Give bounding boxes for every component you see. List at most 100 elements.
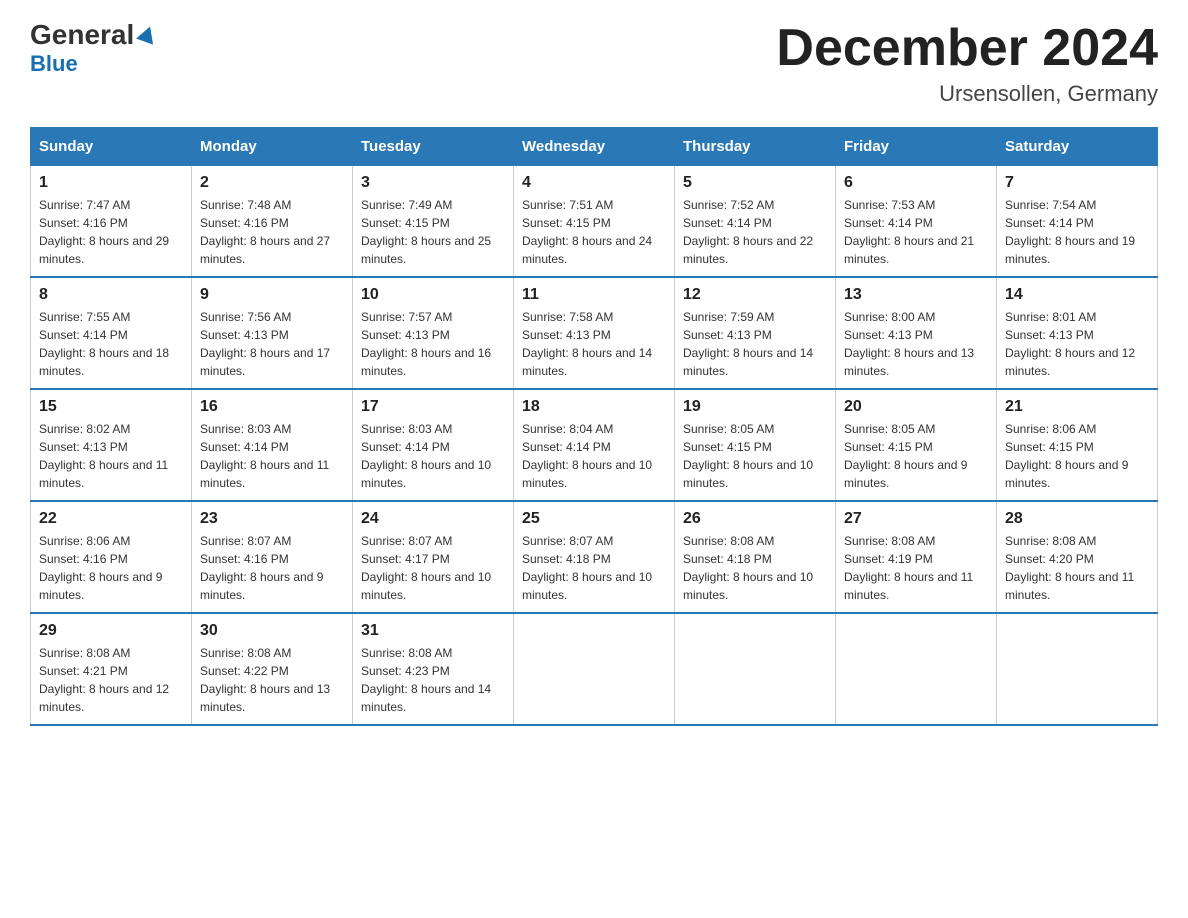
calendar-cell: 16Sunrise: 8:03 AMSunset: 4:14 PMDayligh…	[192, 389, 353, 501]
day-number: 20	[844, 398, 988, 416]
day-info: Sunrise: 8:05 AMSunset: 4:15 PMDaylight:…	[683, 420, 827, 492]
calendar-cell: 22 Sunrise: 8:06 AMSunset: 4:16 PMDayligh…	[31, 501, 192, 613]
day-number: 7	[1005, 174, 1149, 192]
day-info: Sunrise: 7:58 AMSunset: 4:13 PMDaylight:…	[522, 308, 666, 380]
day-number: 2	[200, 174, 344, 192]
day-number: 8	[39, 286, 183, 304]
day-info: Sunrise: 7:59 AMSunset: 4:13 PMDaylight:…	[683, 308, 827, 380]
day-info: Sunrise: 8:06 AMSunset: 4:16 PMDaylight:…	[39, 532, 183, 604]
calendar-cell: 23 Sunrise: 8:07 AMSunset: 4:16 PMDayligh…	[192, 501, 353, 613]
calendar-header-row: SundayMondayTuesdayWednesdayThursdayFrid…	[31, 128, 1158, 166]
logo: General Blue	[30, 20, 158, 77]
day-number: 25	[522, 510, 666, 528]
day-info: Sunrise: 7:55 AMSunset: 4:14 PMDaylight:…	[39, 308, 183, 380]
calendar-cell: 15Sunrise: 8:02 AMSunset: 4:13 PMDayligh…	[31, 389, 192, 501]
day-info: Sunrise: 7:48 AMSunset: 4:16 PMDaylight:…	[200, 196, 344, 268]
col-header-sunday: Sunday	[31, 128, 192, 166]
day-info: Sunrise: 7:53 AMSunset: 4:14 PMDaylight:…	[844, 196, 988, 268]
day-number: 28	[1005, 510, 1149, 528]
week-row-3: 15Sunrise: 8:02 AMSunset: 4:13 PMDayligh…	[31, 389, 1158, 501]
day-info: Sunrise: 8:07 AMSunset: 4:17 PMDaylight:…	[361, 532, 505, 604]
month-title: December 2024	[776, 20, 1158, 77]
day-info: Sunrise: 8:08 AMSunset: 4:22 PMDaylight:…	[200, 644, 344, 716]
day-info: Sunrise: 8:03 AMSunset: 4:14 PMDaylight:…	[200, 420, 344, 492]
col-header-wednesday: Wednesday	[514, 128, 675, 166]
day-number: 18	[522, 398, 666, 416]
calendar-cell	[997, 613, 1158, 725]
col-header-friday: Friday	[836, 128, 997, 166]
calendar-cell: 26Sunrise: 8:08 AMSunset: 4:18 PMDayligh…	[675, 501, 836, 613]
day-number: 4	[522, 174, 666, 192]
day-info: Sunrise: 8:07 AMSunset: 4:16 PMDaylight:…	[200, 532, 344, 604]
day-number: 30	[200, 622, 344, 640]
day-info: Sunrise: 7:47 AMSunset: 4:16 PMDaylight:…	[39, 196, 183, 268]
logo-blue: Blue	[30, 51, 78, 77]
week-row-5: 29 Sunrise: 8:08 AMSunset: 4:21 PMDayligh…	[31, 613, 1158, 725]
day-info: Sunrise: 8:08 AMSunset: 4:21 PMDaylight:…	[39, 644, 183, 716]
calendar-cell: 12 Sunrise: 7:59 AMSunset: 4:13 PMDayligh…	[675, 277, 836, 389]
day-number: 11	[522, 286, 666, 304]
week-row-1: 1 Sunrise: 7:47 AMSunset: 4:16 PMDaylight…	[31, 166, 1158, 278]
day-info: Sunrise: 7:49 AMSunset: 4:15 PMDaylight:…	[361, 196, 505, 268]
calendar-cell: 1 Sunrise: 7:47 AMSunset: 4:16 PMDaylight…	[31, 166, 192, 278]
col-header-monday: Monday	[192, 128, 353, 166]
calendar-cell: 3 Sunrise: 7:49 AMSunset: 4:15 PMDaylight…	[353, 166, 514, 278]
calendar-cell: 27 Sunrise: 8:08 AMSunset: 4:19 PMDayligh…	[836, 501, 997, 613]
calendar-cell: 11 Sunrise: 7:58 AMSunset: 4:13 PMDayligh…	[514, 277, 675, 389]
calendar-cell: 4 Sunrise: 7:51 AMSunset: 4:15 PMDaylight…	[514, 166, 675, 278]
calendar-cell: 28 Sunrise: 8:08 AMSunset: 4:20 PMDayligh…	[997, 501, 1158, 613]
col-header-thursday: Thursday	[675, 128, 836, 166]
calendar-cell: 30 Sunrise: 8:08 AMSunset: 4:22 PMDayligh…	[192, 613, 353, 725]
day-info: Sunrise: 8:08 AMSunset: 4:23 PMDaylight:…	[361, 644, 505, 716]
day-info: Sunrise: 7:56 AMSunset: 4:13 PMDaylight:…	[200, 308, 344, 380]
calendar-cell: 29 Sunrise: 8:08 AMSunset: 4:21 PMDayligh…	[31, 613, 192, 725]
calendar-cell: 6 Sunrise: 7:53 AMSunset: 4:14 PMDaylight…	[836, 166, 997, 278]
calendar-cell: 2 Sunrise: 7:48 AMSunset: 4:16 PMDaylight…	[192, 166, 353, 278]
week-row-2: 8 Sunrise: 7:55 AMSunset: 4:14 PMDaylight…	[31, 277, 1158, 389]
col-header-tuesday: Tuesday	[353, 128, 514, 166]
day-info: Sunrise: 8:08 AMSunset: 4:19 PMDaylight:…	[844, 532, 988, 604]
day-number: 26	[683, 510, 827, 528]
day-number: 10	[361, 286, 505, 304]
calendar-cell	[836, 613, 997, 725]
location: Ursensollen, Germany	[776, 81, 1158, 107]
day-info: Sunrise: 7:51 AMSunset: 4:15 PMDaylight:…	[522, 196, 666, 268]
day-number: 3	[361, 174, 505, 192]
week-row-4: 22 Sunrise: 8:06 AMSunset: 4:16 PMDayligh…	[31, 501, 1158, 613]
calendar-cell: 13Sunrise: 8:00 AMSunset: 4:13 PMDayligh…	[836, 277, 997, 389]
calendar-cell: 20 Sunrise: 8:05 AMSunset: 4:15 PMDayligh…	[836, 389, 997, 501]
day-number: 15	[39, 398, 183, 416]
day-number: 6	[844, 174, 988, 192]
calendar-cell	[675, 613, 836, 725]
day-number: 22	[39, 510, 183, 528]
day-number: 12	[683, 286, 827, 304]
day-info: Sunrise: 8:08 AMSunset: 4:20 PMDaylight:…	[1005, 532, 1149, 604]
day-info: Sunrise: 8:05 AMSunset: 4:15 PMDaylight:…	[844, 420, 988, 492]
calendar-cell: 14 Sunrise: 8:01 AMSunset: 4:13 PMDayligh…	[997, 277, 1158, 389]
day-info: Sunrise: 7:57 AMSunset: 4:13 PMDaylight:…	[361, 308, 505, 380]
calendar-cell: 9 Sunrise: 7:56 AMSunset: 4:13 PMDaylight…	[192, 277, 353, 389]
calendar-cell: 25Sunrise: 8:07 AMSunset: 4:18 PMDayligh…	[514, 501, 675, 613]
calendar-cell: 5Sunrise: 7:52 AMSunset: 4:14 PMDaylight…	[675, 166, 836, 278]
day-number: 17	[361, 398, 505, 416]
day-info: Sunrise: 8:06 AMSunset: 4:15 PMDaylight:…	[1005, 420, 1149, 492]
calendar-cell: 8 Sunrise: 7:55 AMSunset: 4:14 PMDaylight…	[31, 277, 192, 389]
day-number: 27	[844, 510, 988, 528]
day-number: 9	[200, 286, 344, 304]
day-info: Sunrise: 8:01 AMSunset: 4:13 PMDaylight:…	[1005, 308, 1149, 380]
day-info: Sunrise: 8:04 AMSunset: 4:14 PMDaylight:…	[522, 420, 666, 492]
day-number: 19	[683, 398, 827, 416]
day-number: 24	[361, 510, 505, 528]
calendar-cell	[514, 613, 675, 725]
calendar-cell: 19 Sunrise: 8:05 AMSunset: 4:15 PMDayligh…	[675, 389, 836, 501]
calendar-cell: 17Sunrise: 8:03 AMSunset: 4:14 PMDayligh…	[353, 389, 514, 501]
day-number: 23	[200, 510, 344, 528]
calendar-cell: 31 Sunrise: 8:08 AMSunset: 4:23 PMDayligh…	[353, 613, 514, 725]
day-number: 5	[683, 174, 827, 192]
logo-arrow-icon	[136, 24, 158, 46]
col-header-saturday: Saturday	[997, 128, 1158, 166]
day-number: 29	[39, 622, 183, 640]
day-number: 1	[39, 174, 183, 192]
day-number: 31	[361, 622, 505, 640]
day-number: 14	[1005, 286, 1149, 304]
